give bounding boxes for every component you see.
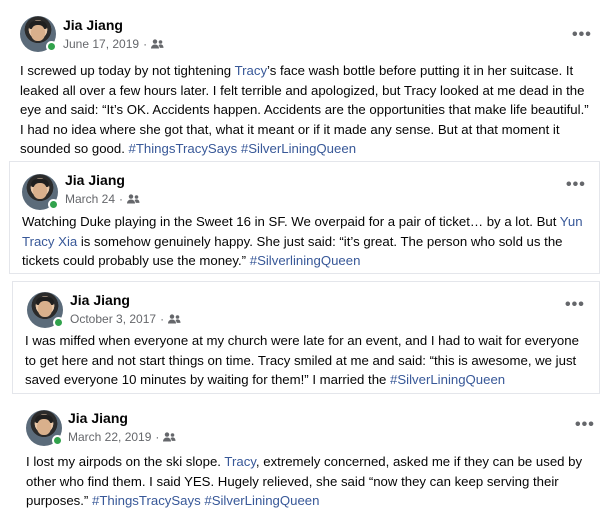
hashtag-link[interactable]: #ThingsTracySays [92,493,201,508]
post-card: Jia Jiang March 24 · ••• Watching Duke p… [10,162,599,273]
hashtag-link[interactable]: #SilverLiningQueen [241,141,356,156]
post-text: I was miffed when everyone at my church … [25,331,593,390]
post-date[interactable]: March 24 [65,192,115,206]
post-author-name[interactable]: Jia Jiang [68,410,128,426]
hashtag-link[interactable]: #SilverliningQueen [250,253,361,268]
post-meta: October 3, 2017 · [70,312,181,326]
avatar[interactable] [27,292,64,328]
post-meta: June 17, 2019 · [63,37,164,51]
hashtag-link[interactable]: #SilverLiningQueen [204,493,319,508]
post-text-segment: I lost my airpods on the ski slope. [26,454,225,469]
more-options-button[interactable]: ••• [575,417,595,433]
post-date[interactable]: October 3, 2017 [70,312,156,326]
avatar[interactable] [20,16,57,52]
avatar[interactable] [26,410,63,446]
post-text: Watching Duke playing in the Sweet 16 in… [22,212,588,271]
online-status-icon [52,435,63,446]
post-meta: March 22, 2019 · [68,430,176,444]
avatar[interactable] [22,174,59,210]
post-card: Jia Jiang June 17, 2019 · ••• I screwed … [8,8,598,156]
online-status-icon [48,199,59,210]
post-author-name[interactable]: Jia Jiang [63,17,123,33]
online-status-icon [53,317,64,328]
mention-link[interactable]: Tracy [224,454,256,469]
post-text: I screwed up today by not tightening Tra… [20,61,594,159]
more-options-button[interactable]: ••• [572,27,592,43]
more-options-button[interactable]: ••• [566,177,586,193]
post-text: I lost my airpods on the ski slope. Trac… [26,452,594,511]
hashtag-link[interactable]: #SilverLiningQueen [390,372,505,387]
post-meta: March 24 · [65,192,140,206]
friends-icon [151,39,164,49]
post-text-segment: Watching Duke playing in the Sweet 16 in… [22,214,560,229]
mention-link[interactable]: Tracy [235,63,267,78]
post-author-name[interactable]: Jia Jiang [65,172,125,188]
post-text-segment: I screwed up today by not tightening [20,63,235,78]
friends-icon [163,432,176,442]
friends-icon [127,194,140,204]
post-date[interactable]: June 17, 2019 [63,37,139,51]
hashtag-link[interactable]: #ThingsTracySays [129,141,238,156]
post-card: Jia Jiang March 22, 2019 · ••• I lost my… [10,402,600,516]
more-options-button[interactable]: ••• [565,297,585,313]
post-card: Jia Jiang October 3, 2017 · ••• I was mi… [13,282,599,393]
post-author-name[interactable]: Jia Jiang [70,292,130,308]
post-date[interactable]: March 22, 2019 [68,430,151,444]
friends-icon [168,314,181,324]
online-status-icon [46,41,57,52]
